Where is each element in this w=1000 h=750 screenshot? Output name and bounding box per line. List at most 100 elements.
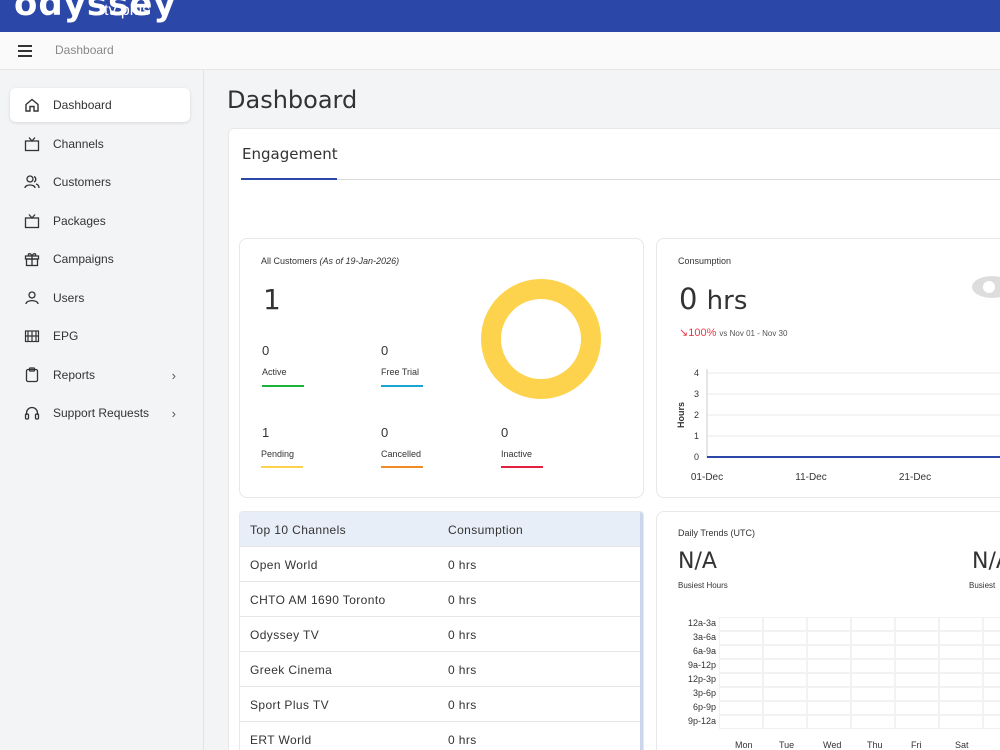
users-icon bbox=[24, 174, 40, 190]
gift-icon bbox=[24, 251, 40, 267]
delta-context: vs Nov 01 - Nov 30 bbox=[719, 329, 788, 338]
heatmap-day-label: Sat bbox=[955, 740, 969, 750]
heatmap-cell bbox=[763, 659, 807, 673]
tab-engagement[interactable]: Engagement bbox=[242, 145, 338, 163]
menu-icon[interactable] bbox=[18, 45, 32, 57]
heatmap-cell bbox=[939, 631, 983, 645]
sidebar-item-epg[interactable]: EPG bbox=[10, 319, 190, 353]
heatmap-cell bbox=[763, 617, 807, 631]
heatmap-cell bbox=[983, 673, 1000, 687]
logo-subtitle: tv plus bbox=[104, 2, 151, 19]
consumption-value: 0 bbox=[679, 282, 698, 316]
top-bar: odyssey tv plus bbox=[0, 0, 1000, 32]
sidebar-item-campaigns[interactable]: Campaigns bbox=[10, 242, 190, 276]
busiest-day-label: Busiest bbox=[969, 581, 996, 590]
table-row[interactable]: Greek Cinema 0 hrs bbox=[240, 652, 640, 687]
table-row[interactable]: CHTO AM 1690 Toronto 0 hrs bbox=[240, 582, 640, 617]
channel-consumption: 0 hrs bbox=[448, 733, 477, 747]
heatmap-cell bbox=[719, 631, 763, 645]
logo[interactable]: odyssey bbox=[14, 0, 177, 24]
channel-name: Greek Cinema bbox=[250, 663, 333, 677]
heatmap-cell bbox=[807, 659, 851, 673]
heatmap-row-label: 9a-12p bbox=[687, 660, 716, 670]
heatmap-cell bbox=[719, 715, 763, 729]
heatmap-row-label: 3p-6p bbox=[692, 688, 716, 698]
channel-name: ERT World bbox=[250, 733, 312, 747]
heatmap-cell bbox=[763, 645, 807, 659]
sidebar-item-label: Campaigns bbox=[53, 252, 114, 266]
heatmap-cell bbox=[983, 617, 1000, 631]
y-tick-label: 3 bbox=[694, 389, 699, 399]
channel-consumption: 0 hrs bbox=[448, 593, 477, 607]
sidebar-item-channels[interactable]: Channels bbox=[10, 127, 190, 161]
stat-cancelled-value: 0 bbox=[381, 425, 389, 440]
heatmap-cell bbox=[719, 617, 763, 631]
table-scrollbar[interactable] bbox=[640, 512, 643, 750]
heatmap-cell bbox=[719, 645, 763, 659]
stat-free-trial-value: 0 bbox=[381, 343, 389, 358]
heatmap-row-label: 6p-9p bbox=[692, 702, 716, 712]
heatmap-cell bbox=[719, 673, 763, 687]
heatmap-cell bbox=[807, 617, 851, 631]
x-tick-label: 11-Dec bbox=[795, 472, 827, 483]
sidebar-item-reports[interactable]: Reports › bbox=[10, 358, 190, 392]
heatmap-day-label: Wed bbox=[823, 740, 842, 750]
table-row[interactable]: Odyssey TV 0 hrs bbox=[240, 617, 640, 652]
heatmap-cell bbox=[851, 645, 895, 659]
heatmap-cell bbox=[851, 701, 895, 715]
heatmap-cell bbox=[851, 715, 895, 729]
heatmap-row-label: 6a-9a bbox=[692, 646, 716, 656]
tv-icon bbox=[24, 136, 40, 152]
consumption-total: 0 hrs bbox=[679, 282, 747, 316]
stat-free-trial-label: Free Trial bbox=[381, 367, 420, 377]
chevron-right-icon: › bbox=[171, 367, 176, 383]
channel-consumption: 0 hrs bbox=[448, 698, 477, 712]
heatmap-cell bbox=[983, 645, 1000, 659]
heatmap-row-label: 12a-3a bbox=[687, 618, 716, 628]
x-tick-label: 01-Dec bbox=[691, 472, 723, 483]
customers-title: All Customers bbox=[261, 256, 318, 266]
heatmap-cell bbox=[851, 617, 895, 631]
tab-divider bbox=[337, 179, 1000, 180]
stat-inactive-value: 0 bbox=[501, 425, 509, 440]
consumption-unit: hrs bbox=[706, 286, 748, 316]
heatmap-cell bbox=[895, 631, 939, 645]
heatmap-cell bbox=[763, 673, 807, 687]
heatmap-cell bbox=[763, 631, 807, 645]
sidebar-item-label: Users bbox=[53, 291, 85, 305]
stat-pending-bar bbox=[261, 466, 303, 468]
heatmap-day-label: Tue bbox=[779, 740, 795, 750]
heatmap-cell bbox=[895, 701, 939, 715]
channel-consumption: 0 hrs bbox=[448, 558, 477, 572]
heatmap-cell bbox=[895, 673, 939, 687]
heatmap-cell bbox=[719, 659, 763, 673]
sidebar-item-customers[interactable]: Customers bbox=[10, 165, 190, 199]
sidebar-item-dashboard[interactable]: Dashboard bbox=[10, 88, 190, 122]
sidebar-item-packages[interactable]: Packages bbox=[10, 204, 190, 238]
breadcrumb-bar: Dashboard bbox=[0, 32, 1000, 70]
customers-label: All Customers (As of 19-Jan-2026) bbox=[261, 256, 399, 266]
heatmap-cell bbox=[983, 715, 1000, 729]
sidebar-item-users[interactable]: Users bbox=[10, 281, 190, 315]
sidebar-item-label: Support Requests bbox=[53, 406, 150, 420]
channel-consumption: 0 hrs bbox=[448, 628, 477, 642]
heatmap-cell bbox=[763, 701, 807, 715]
heatmap-cell bbox=[895, 645, 939, 659]
busiest-hours-label: Busiest Hours bbox=[678, 581, 728, 590]
heatmap-cell bbox=[851, 687, 895, 701]
channel-name: Odyssey TV bbox=[250, 628, 320, 642]
heatmap-cell bbox=[895, 687, 939, 701]
table-row[interactable]: ERT World 0 hrs bbox=[240, 722, 640, 750]
heatmap-cell bbox=[895, 715, 939, 729]
table-row[interactable]: Sport Plus TV 0 hrs bbox=[240, 687, 640, 722]
y-tick-label: 0 bbox=[694, 452, 699, 462]
stat-active-bar bbox=[262, 385, 304, 387]
table-row[interactable]: Open World 0 hrs bbox=[240, 547, 640, 582]
channel-name: CHTO AM 1690 Toronto bbox=[250, 593, 386, 607]
heatmap-cell bbox=[983, 687, 1000, 701]
stat-active-label: Active bbox=[262, 367, 287, 377]
x-tick-label: 21-Dec bbox=[899, 472, 931, 483]
sidebar-item-support-requests[interactable]: Support Requests › bbox=[10, 396, 190, 430]
stat-cancelled-label: Cancelled bbox=[381, 449, 422, 459]
y-tick-label: 1 bbox=[694, 431, 699, 441]
